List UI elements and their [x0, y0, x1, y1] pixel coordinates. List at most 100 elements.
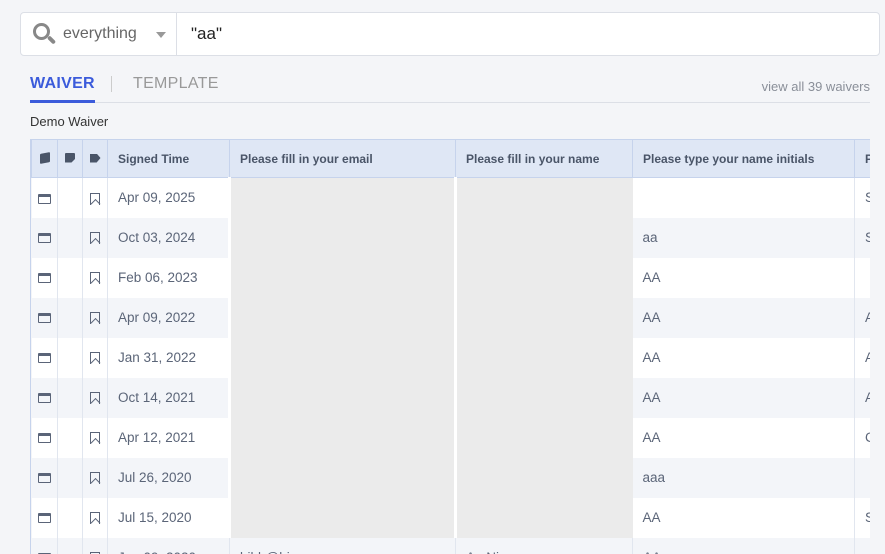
- search-bar: everything "aa": [20, 12, 880, 56]
- row-note-cell: [57, 497, 83, 538]
- signed-time-cell: Jul 15, 2020: [107, 497, 230, 538]
- row-open-cell[interactable]: [31, 497, 58, 538]
- tag-icon: [89, 153, 101, 163]
- signed-time-cell: Jun 09, 2020: [107, 537, 230, 554]
- row-note-cell: [57, 537, 83, 554]
- table-row[interactable]: Feb 06, 2023 AA: [31, 257, 870, 298]
- row-open-cell[interactable]: [31, 457, 58, 498]
- row-bookmark-cell[interactable]: [82, 177, 108, 218]
- name-cell-redacted: [454, 337, 633, 378]
- extra-cell: [854, 537, 870, 554]
- bookmark-icon[interactable]: [90, 232, 100, 245]
- initials-cell: AA: [632, 497, 855, 538]
- window-icon[interactable]: [37, 313, 51, 324]
- window-icon[interactable]: [37, 233, 51, 244]
- row-note-cell: [57, 417, 83, 458]
- search-scope-label: everything: [63, 25, 137, 42]
- initials-cell: AA: [632, 537, 855, 554]
- tab-waiver-label: WAIVER: [30, 75, 95, 92]
- header-note-cell: [57, 139, 83, 178]
- table-row[interactable]: Jan 31, 2022 AAA: [31, 337, 870, 378]
- window-icon[interactable]: [37, 393, 51, 404]
- tab-active-indicator: [30, 100, 95, 103]
- row-open-cell[interactable]: [31, 537, 58, 554]
- window-icon[interactable]: [37, 273, 51, 284]
- table-row[interactable]: Oct 14, 2021 AAA: [31, 377, 870, 418]
- form-title: Demo Waiver: [30, 114, 109, 129]
- table-row[interactable]: Apr 09, 2025 S: [31, 177, 870, 218]
- row-bookmark-cell[interactable]: [82, 457, 108, 498]
- header-name[interactable]: Please fill in your name: [455, 139, 633, 178]
- waiver-table: Signed Time Please fill in your email Pl…: [30, 139, 870, 554]
- row-bookmark-cell[interactable]: [82, 297, 108, 338]
- email-cell-redacted: [228, 457, 456, 498]
- row-bookmark-cell[interactable]: [82, 537, 108, 554]
- extra-cell: S: [854, 497, 870, 538]
- search-scope-dropdown[interactable]: everything: [21, 13, 177, 55]
- table-row[interactable]: Oct 03, 2024 aaS: [31, 217, 870, 258]
- extra-cell: [854, 257, 870, 298]
- row-open-cell[interactable]: [31, 177, 58, 218]
- row-bookmark-cell[interactable]: [82, 377, 108, 418]
- header-email[interactable]: Please fill in your email: [229, 139, 456, 178]
- bookmark-icon[interactable]: [90, 192, 100, 205]
- tab-template[interactable]: TEMPLATE: [133, 75, 219, 93]
- search-input[interactable]: "aa": [177, 13, 879, 55]
- extra-cell: S: [854, 217, 870, 258]
- bookmark-icon[interactable]: [90, 472, 100, 485]
- table-row[interactable]: Jun 09, 2020bibb@bi...Aa Ni...AA: [31, 537, 870, 554]
- row-bookmark-cell[interactable]: [82, 337, 108, 378]
- name-cell-redacted: [454, 457, 633, 498]
- row-open-cell[interactable]: [31, 297, 58, 338]
- row-bookmark-cell[interactable]: [82, 417, 108, 458]
- header-initials[interactable]: Please type your name initials: [632, 139, 855, 178]
- table-row[interactable]: Apr 12, 2021 AAC: [31, 417, 870, 458]
- table-row[interactable]: Apr 09, 2022 AAA: [31, 297, 870, 338]
- bookmark-icon[interactable]: [90, 512, 100, 525]
- bookmark-icon[interactable]: [90, 392, 100, 405]
- bookmark-icon[interactable]: [90, 352, 100, 365]
- row-open-cell[interactable]: [31, 377, 58, 418]
- row-bookmark-cell[interactable]: [82, 497, 108, 538]
- name-cell-redacted: [454, 497, 633, 538]
- header-extra[interactable]: P: [854, 139, 870, 178]
- initials-cell: aa: [632, 217, 855, 258]
- row-open-cell[interactable]: [31, 417, 58, 458]
- signed-time-cell: Apr 09, 2025: [107, 177, 230, 218]
- table-row[interactable]: Jul 26, 2020 aaa: [31, 457, 870, 498]
- tab-waiver[interactable]: WAIVER: [30, 75, 95, 103]
- row-bookmark-cell[interactable]: [82, 217, 108, 258]
- window-icon[interactable]: [37, 353, 51, 364]
- window-icon[interactable]: [37, 193, 51, 204]
- email-cell-redacted: [228, 417, 456, 458]
- bookmark-icon[interactable]: [90, 272, 100, 285]
- email-cell-redacted: [228, 497, 456, 538]
- row-note-cell: [57, 457, 83, 498]
- table-row[interactable]: Jul 15, 2020 AAS: [31, 497, 870, 538]
- email-cell-redacted: [228, 377, 456, 418]
- row-open-cell[interactable]: [31, 217, 58, 258]
- header-signed-time[interactable]: Signed Time: [107, 139, 230, 178]
- view-all-waivers-link[interactable]: view all 39 waivers: [762, 79, 870, 94]
- window-icon[interactable]: [37, 513, 51, 524]
- search-icon: [31, 21, 57, 47]
- initials-cell: AA: [632, 417, 855, 458]
- bookmark-icon[interactable]: [90, 432, 100, 445]
- email-cell-redacted: [228, 297, 456, 338]
- initials-cell: AA: [632, 337, 855, 378]
- row-note-cell: [57, 377, 83, 418]
- row-bookmark-cell[interactable]: [82, 257, 108, 298]
- name-cell-redacted: [454, 417, 633, 458]
- initials-cell: AA: [632, 377, 855, 418]
- extra-cell: [854, 457, 870, 498]
- window-icon[interactable]: [37, 473, 51, 484]
- row-open-cell[interactable]: [31, 337, 58, 378]
- initials-cell: [632, 177, 855, 218]
- name-cell-redacted: [454, 217, 633, 258]
- window-icon[interactable]: [37, 433, 51, 444]
- row-open-cell[interactable]: [31, 257, 58, 298]
- initials-cell: aaa: [632, 457, 855, 498]
- signed-time-cell: Apr 12, 2021: [107, 417, 230, 458]
- bookmark-icon[interactable]: [90, 312, 100, 325]
- name-cell: Aa Ni...: [455, 537, 633, 554]
